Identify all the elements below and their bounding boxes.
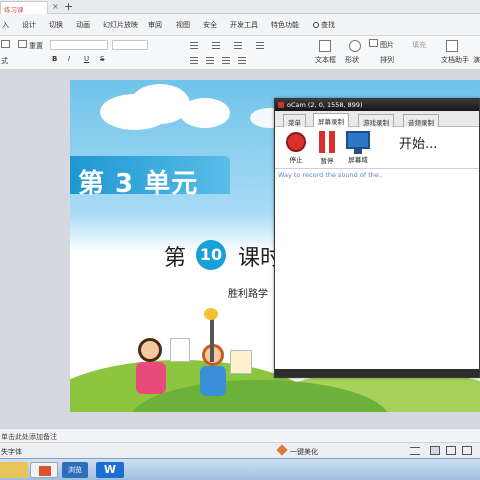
menu-security[interactable]: 安全	[203, 20, 217, 30]
doc-helper-icon[interactable]	[446, 40, 458, 52]
browser-icon[interactable]: 浏览	[62, 462, 88, 478]
school-name: 胜利路学	[228, 289, 268, 300]
pause-icon	[318, 131, 336, 153]
pause-label: 暂停	[320, 157, 334, 165]
search-label: 查找	[321, 21, 335, 29]
new-tab-icon[interactable]: +	[64, 0, 73, 13]
unit-title: 第 3 单元	[78, 169, 199, 199]
layout-icon[interactable]	[1, 40, 10, 48]
notes-pane[interactable]: 单击此处添加备注	[0, 428, 480, 442]
ocam-title-text: oCam (2, 0, 1558, 899)	[287, 101, 363, 109]
font-size-select[interactable]	[112, 40, 148, 50]
picture-icon[interactable]	[369, 39, 378, 47]
house-shape	[230, 350, 252, 374]
cloud-shape	[180, 98, 230, 128]
lesson-prefix: 第	[164, 246, 187, 271]
more-button[interactable]: 演	[473, 55, 480, 65]
ocam-hint-text: Way to record the sound of the..	[278, 171, 383, 179]
indent-icon[interactable]	[234, 42, 242, 49]
fill-button[interactable]: 填充	[412, 40, 426, 50]
shape-icon[interactable]	[349, 40, 361, 52]
slides-icon[interactable]	[30, 462, 58, 478]
document-tab-label: 练习课	[4, 6, 24, 14]
tab-audio-record[interactable]: 音频录制	[403, 114, 439, 127]
menu-view[interactable]: 视图	[176, 20, 190, 30]
align-left-icon[interactable]	[190, 57, 198, 64]
screen-area-label: 屏幕域	[348, 156, 368, 164]
tab-menu[interactable]: 菜单	[283, 114, 306, 127]
browser-label: 浏览	[68, 466, 82, 474]
font-name-select[interactable]	[50, 40, 108, 50]
format-label: 式	[1, 57, 8, 65]
pause-button[interactable]: 暂停	[315, 130, 339, 165]
picture-button[interactable]: 图片	[380, 40, 394, 50]
menu-animation[interactable]: 动画	[76, 20, 90, 30]
italic-button[interactable]: I	[68, 55, 70, 63]
house-shape	[170, 338, 190, 362]
ribbon-toolbar: 重置 式 B I U S 文本框 形状 图片 排列 填充 文档助手 演	[0, 36, 480, 70]
tab-screen-record[interactable]: 屏幕录制	[313, 113, 349, 127]
menu-transition[interactable]: 切换	[49, 20, 63, 30]
justify-icon[interactable]	[238, 57, 246, 64]
notes-placeholder: 单击此处添加备注	[1, 433, 57, 441]
ocam-toolbar: 停止 暂停 屏幕域 开始...	[275, 127, 479, 169]
reset-icon[interactable]	[18, 40, 27, 48]
reset-button[interactable]: 重置	[29, 41, 43, 51]
ocam-titlebar[interactable]: oCam (2, 0, 1558, 899)	[275, 99, 479, 111]
stop-icon	[286, 132, 306, 152]
shape-button[interactable]: 形状	[345, 55, 359, 65]
align-center-icon[interactable]	[206, 57, 214, 64]
align-right-icon[interactable]	[222, 57, 230, 64]
tab-close-icon[interactable]: ×	[52, 2, 59, 11]
beautify-button[interactable]: 一键美化	[290, 447, 318, 457]
stop-label: 停止	[289, 156, 303, 164]
reading-view-icon[interactable]	[462, 446, 472, 455]
menu-insert[interactable]: 入	[2, 20, 9, 30]
ocam-tab-bar: 菜单 屏幕录制 游戏录制 音频录制	[275, 111, 479, 127]
child-dress	[136, 362, 166, 394]
notes-toggle-icon[interactable]	[410, 447, 420, 455]
sorter-view-icon[interactable]	[446, 446, 456, 455]
lamp-light	[204, 308, 218, 320]
ocam-window[interactable]: oCam (2, 0, 1558, 899) 菜单 屏幕录制 游戏录制 音频录制…	[274, 98, 480, 378]
status-bar: 失字体 一键美化	[0, 442, 480, 458]
document-tab[interactable]: 练习课	[0, 1, 48, 14]
menu-slideshow[interactable]: 幻灯片放映	[103, 20, 138, 30]
strike-button[interactable]: S	[100, 55, 104, 63]
normal-view-icon[interactable]	[430, 446, 440, 455]
stop-button[interactable]: 停止	[283, 130, 309, 164]
ocam-log-area: Way to record the sound of the..	[275, 169, 479, 369]
lesson-number-badge: 10	[196, 240, 226, 270]
wps-icon[interactable]: W	[96, 462, 124, 478]
tab-game-record[interactable]: 游戏录制	[358, 114, 394, 127]
child-shirt	[200, 366, 226, 396]
ocam-logo-icon	[278, 102, 284, 108]
recording-status: 开始...	[399, 137, 438, 152]
menu-developer[interactable]: 开发工具	[230, 20, 258, 30]
bullets-icon[interactable]	[190, 42, 198, 49]
menu-design[interactable]: 设计	[22, 20, 36, 30]
beautify-icon	[276, 444, 288, 456]
menu-search[interactable]: 查找	[313, 20, 335, 30]
outdent-icon[interactable]	[256, 42, 264, 49]
underline-button[interactable]: U	[84, 55, 89, 63]
textbox-icon[interactable]	[319, 40, 331, 52]
numbering-icon[interactable]	[212, 42, 220, 49]
title-tab-bar: 练习课 × +	[0, 0, 480, 14]
menu-special[interactable]: 特色功能	[271, 20, 299, 30]
monitor-icon	[346, 131, 370, 154]
textbox-button[interactable]: 文本框	[315, 55, 336, 65]
os-taskbar: 浏览 W	[0, 458, 480, 480]
bold-button[interactable]: B	[52, 55, 57, 63]
search-icon	[313, 22, 319, 28]
menu-review[interactable]: 审阅	[148, 20, 162, 30]
ocam-bottom-bar	[275, 369, 479, 377]
doc-helper-button[interactable]: 文档助手	[441, 55, 469, 65]
folder-icon[interactable]	[0, 462, 28, 478]
child-illustration	[138, 338, 162, 362]
missing-font-label[interactable]: 失字体	[1, 447, 22, 457]
menu-bar: 入 设计 切换 动画 幻灯片放映 审阅 视图 安全 开发工具 特色功能 查找	[0, 14, 480, 36]
screen-area-button[interactable]: 屏幕域	[343, 130, 373, 164]
arrange-button[interactable]: 排列	[380, 55, 394, 65]
